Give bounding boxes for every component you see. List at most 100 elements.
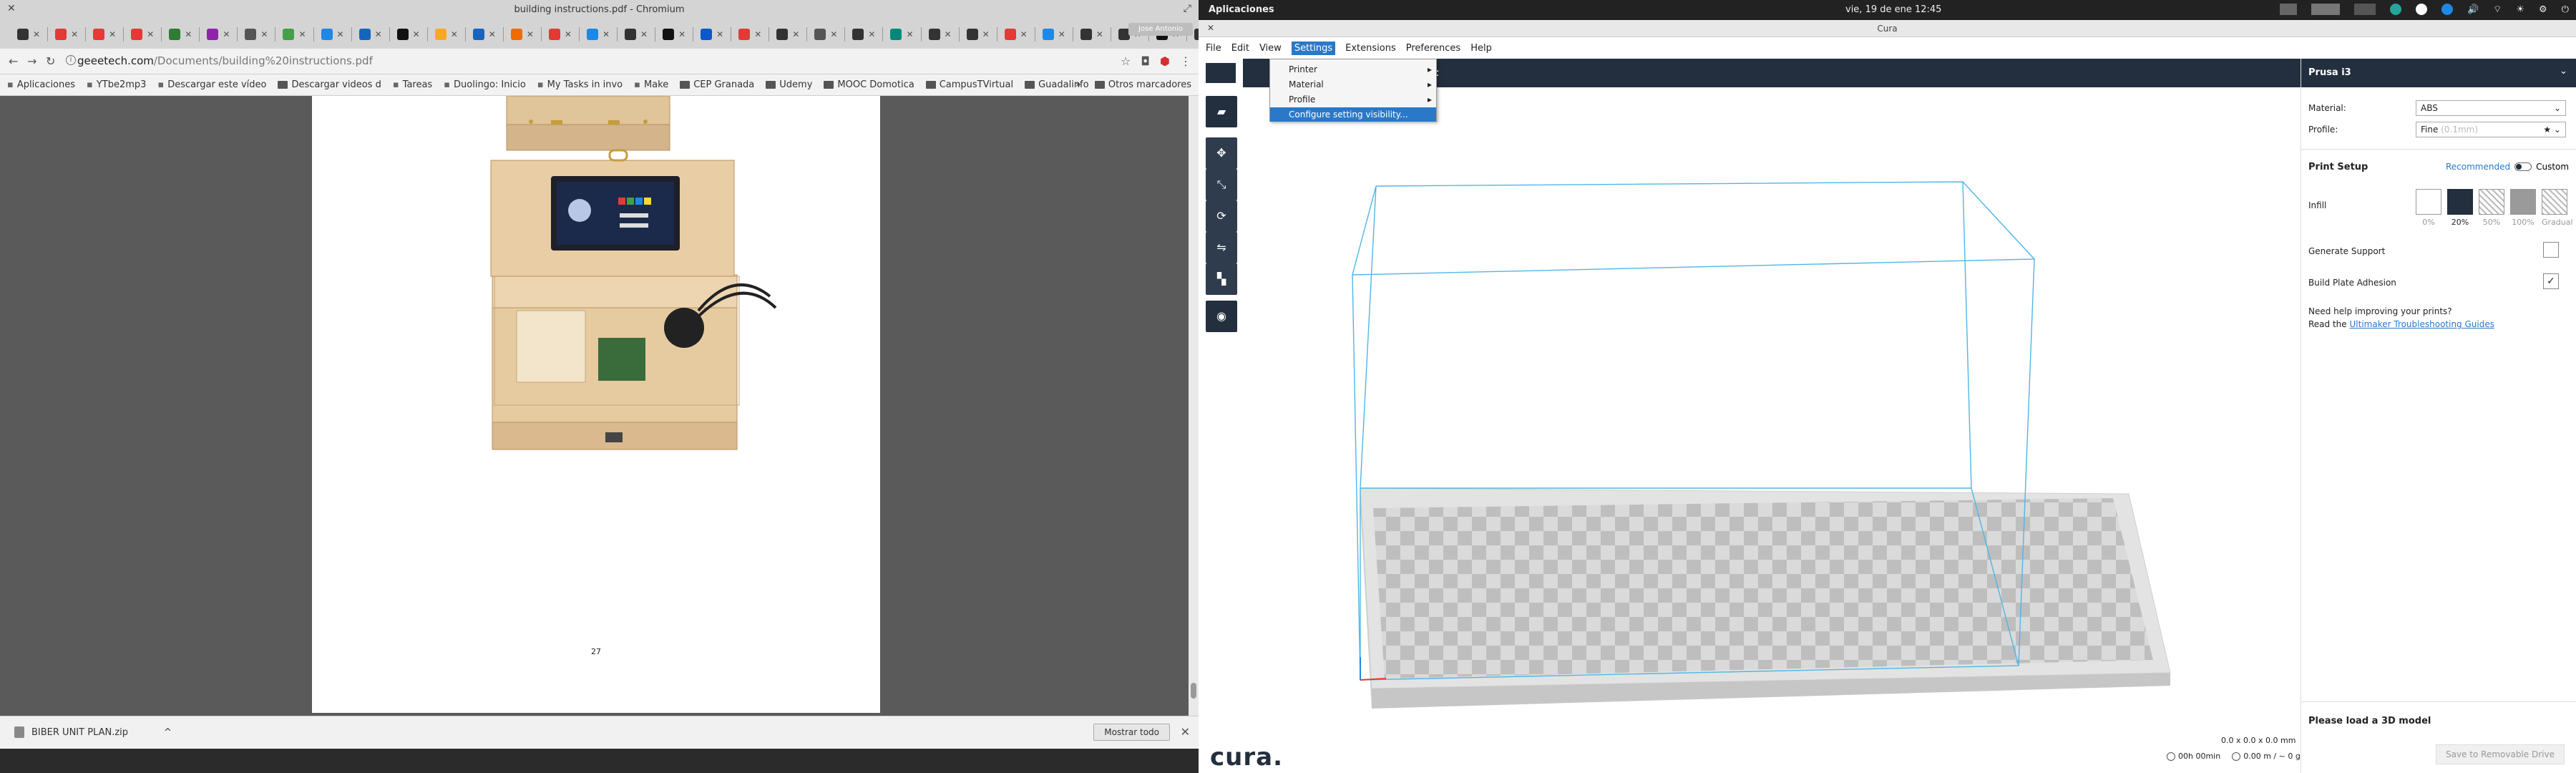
close-tab-icon[interactable]: ✕ <box>678 29 686 39</box>
google-icon[interactable] <box>2415 4 2427 15</box>
menu-help[interactable]: Help <box>1470 43 1492 54</box>
menu-icon[interactable]: ⋮ <box>1180 54 1191 68</box>
bookmark-item[interactable]: ▪ Tareas <box>393 79 432 90</box>
settings-menu-item[interactable]: Material ▸ <box>1270 77 1436 92</box>
close-icon[interactable]: ✕ <box>1181 725 1190 739</box>
setup-mode-toggle[interactable]: Recommended Custom <box>2446 162 2569 172</box>
close-tab-icon[interactable]: ✕ <box>71 29 78 39</box>
close-tab-icon[interactable]: ✕ <box>868 29 875 39</box>
build-plate-adhesion-checkbox[interactable]: ✓ <box>2543 273 2559 289</box>
material-select[interactable]: ABS ⌄ <box>2416 100 2566 116</box>
browser-tab[interactable]: ✕ <box>849 29 878 40</box>
menu-preferences[interactable]: Preferences <box>1406 43 1460 54</box>
close-tab-icon[interactable]: ✕ <box>1058 29 1065 39</box>
cpu-graph-icon[interactable] <box>2279 4 2297 15</box>
bookmark-item[interactable]: CampusTVirtual <box>925 79 1013 90</box>
bookmark-item[interactable]: ▪ YTbe2mp3 <box>87 79 146 90</box>
scrollbar-thumb[interactable] <box>1191 683 1196 699</box>
chevron-up-icon[interactable]: ^ <box>164 727 172 738</box>
close-tab-icon[interactable]: ✕ <box>716 29 723 39</box>
forward-icon[interactable]: → <box>27 54 36 68</box>
troubleshooting-link[interactable]: Ultimaker Troubleshooting Guides <box>2350 319 2494 329</box>
memory-graph-icon[interactable] <box>2353 4 2376 15</box>
chrome-icon[interactable] <box>2441 4 2453 15</box>
browser-tab[interactable]: ✕ <box>204 29 233 40</box>
close-tab-icon[interactable]: ✕ <box>1020 29 1028 39</box>
menu-extensions[interactable]: Extensions <box>1345 43 1396 54</box>
mode-recommended[interactable]: Recommended <box>2446 162 2510 172</box>
other-bookmarks[interactable]: » Otros marcadores <box>1075 79 1191 90</box>
reload-icon[interactable]: ↻ <box>46 54 55 68</box>
menu-settings[interactable]: Settings <box>1291 41 1336 55</box>
close-tab-icon[interactable]: ✕ <box>298 29 306 39</box>
browser-tab[interactable]: ✕ <box>356 29 385 40</box>
close-tab-icon[interactable]: ✕ <box>792 29 799 39</box>
browser-tab[interactable]: ✕ <box>280 29 308 40</box>
browser-tab[interactable]: ✕ <box>394 29 423 40</box>
scale-tool[interactable]: ⤡ <box>1206 169 1237 200</box>
bookmark-item[interactable]: ▪ Aplicaciones <box>7 79 75 90</box>
browser-tab[interactable]: ✕ <box>698 29 726 40</box>
maximize-icon[interactable]: ⤢ <box>1184 3 1191 14</box>
browser-tab[interactable]: ✕ <box>318 29 347 40</box>
close-tab-icon[interactable]: ✕ <box>451 29 458 39</box>
close-tab-icon[interactable]: ✕ <box>906 29 913 39</box>
mode-custom[interactable]: Custom <box>2536 162 2569 172</box>
browser-tab[interactable]: ✕ <box>926 29 955 40</box>
close-tab-icon[interactable]: ✕ <box>1096 29 1103 39</box>
browser-tab[interactable]: ✕ <box>432 29 461 40</box>
download-item[interactable]: BIBER UNIT PLAN.zip ^ <box>14 726 172 738</box>
mode-switch[interactable] <box>2514 162 2532 171</box>
infill-option[interactable] <box>2542 189 2567 215</box>
show-all-button[interactable]: Mostrar todo <box>1093 724 1170 741</box>
network-graph-icon[interactable] <box>2311 4 2340 15</box>
applications-menu[interactable]: Aplicaciones <box>1209 4 1274 15</box>
translate-tool[interactable]: ✥ <box>1206 137 1237 169</box>
3d-viewport[interactable] <box>1243 87 2301 773</box>
bookmark-item[interactable]: ▪ Duolingo: Inicio <box>444 79 526 90</box>
open-file-button[interactable]: ▰ <box>1206 96 1237 127</box>
browser-tab[interactable]: ✕ <box>774 29 802 40</box>
close-tab-icon[interactable]: ✕ <box>830 29 837 39</box>
brightness-icon[interactable]: ☀ <box>2516 4 2524 15</box>
browser-tab[interactable]: ✕ <box>622 29 650 40</box>
close-tab-icon[interactable]: ✕ <box>33 29 40 39</box>
settings-menu-item[interactable]: Configure setting visibility... <box>1270 107 1436 122</box>
pocket-icon[interactable]: ◘ <box>1141 54 1150 68</box>
menu-edit[interactable]: Edit <box>1231 43 1249 54</box>
view-mode-button[interactable]: ◉ <box>1206 301 1237 332</box>
close-tab-icon[interactable]: ✕ <box>489 29 496 39</box>
mirror-tool[interactable]: ⇋ <box>1206 232 1237 263</box>
browser-tab[interactable]: ✕ <box>90 29 119 40</box>
close-tab-icon[interactable]: ✕ <box>640 29 648 39</box>
close-tab-icon[interactable]: ✕ <box>337 29 344 39</box>
close-tab-icon[interactable]: ✕ <box>185 29 192 39</box>
vertical-scrollbar[interactable] <box>1189 96 1199 716</box>
settings-menu-item[interactable]: Printer ▸ <box>1270 62 1436 77</box>
browser-tab[interactable]: ✕ <box>1078 29 1106 40</box>
infill-option[interactable] <box>2510 189 2536 215</box>
generate-support-checkbox[interactable] <box>2543 242 2559 258</box>
browser-tab[interactable]: ✕ <box>811 29 840 40</box>
browser-tab[interactable]: ✕ <box>1040 29 1068 40</box>
bookmark-item[interactable]: ▪ Make <box>634 79 668 90</box>
close-tab-icon[interactable]: ✕ <box>527 29 534 39</box>
profile-button[interactable]: Jose Antonio <box>1128 23 1193 36</box>
clock[interactable]: vie, 19 de ene 12:45 <box>1845 4 1941 15</box>
power-icon[interactable]: ⏻ <box>2562 4 2569 15</box>
wifi-icon[interactable]: ⌔ <box>2493 4 2502 15</box>
browser-tab[interactable]: ✕ <box>128 29 157 40</box>
browser-tab[interactable]: ✕ <box>964 29 992 40</box>
close-tab-icon[interactable]: ✕ <box>375 29 382 39</box>
profile-select[interactable]: Fine (0.1mm) ★ ⌄ <box>2416 122 2566 137</box>
close-tab-icon[interactable]: ✕ <box>223 29 230 39</box>
settings-icon[interactable]: ⚙ <box>2539 4 2547 15</box>
infill-option[interactable] <box>2479 189 2504 215</box>
browser-tab[interactable]: ✕ <box>166 29 195 40</box>
rotate-tool[interactable]: ⟳ <box>1206 200 1237 232</box>
close-tab-icon[interactable]: ✕ <box>565 29 572 39</box>
close-tab-icon[interactable]: ✕ <box>754 29 761 39</box>
adblock-icon[interactable]: ⬢ <box>1160 54 1170 68</box>
browser-tab[interactable]: ✕ <box>887 29 916 40</box>
browser-tab[interactable]: ✕ <box>660 29 688 40</box>
